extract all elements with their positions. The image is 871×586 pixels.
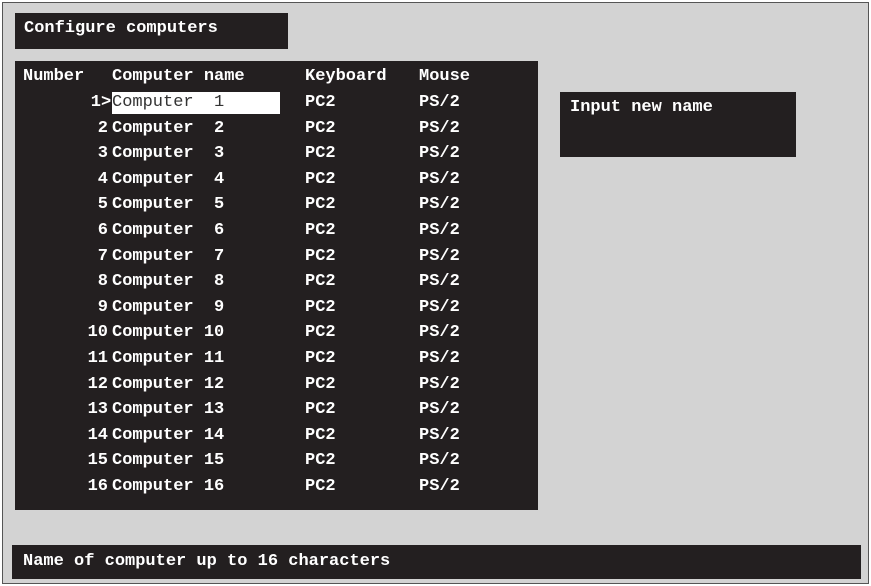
header-keyboard: Keyboard <box>305 67 387 86</box>
mouse-type: PS/2 <box>419 375 460 394</box>
keyboard-type: PC2 <box>305 195 336 214</box>
mouse-type: PS/2 <box>419 400 460 419</box>
row-number: 6 <box>97 221 108 240</box>
keyboard-type: PC2 <box>305 375 336 394</box>
row-number: 16 <box>87 477 108 496</box>
keyboard-type: PC2 <box>305 221 336 240</box>
mouse-type: PS/2 <box>419 477 460 496</box>
computer-name: Computer 11 <box>112 349 225 368</box>
keyboard-type: PC2 <box>305 247 336 266</box>
row-number: 3 <box>97 144 108 163</box>
computer-name: Computer 7 <box>112 247 225 266</box>
keyboard-type: PC2 <box>305 323 336 342</box>
keyboard-type: PC2 <box>305 93 336 112</box>
mouse-type: PS/2 <box>419 195 460 214</box>
computer-name: Computer 8 <box>112 272 225 291</box>
header-number: Number <box>23 67 85 86</box>
mouse-type: PS/2 <box>419 349 460 368</box>
mouse-type: PS/2 <box>419 119 460 138</box>
mouse-type: PS/2 <box>419 298 460 317</box>
computer-name: Computer 2 <box>112 119 225 138</box>
computer-name: Computer 12 <box>112 375 225 394</box>
keyboard-type: PC2 <box>305 170 336 189</box>
computer-name: Computer 4 <box>112 170 225 189</box>
row-number: 5 <box>97 195 108 214</box>
selection-cursor: > <box>101 93 112 112</box>
row-number: 14 <box>87 426 108 445</box>
row-number: 12 <box>87 375 108 394</box>
mouse-type: PS/2 <box>419 170 460 189</box>
keyboard-type: PC2 <box>305 400 336 419</box>
keyboard-type: PC2 <box>305 298 336 317</box>
header-computer-name: Computer name <box>112 67 245 86</box>
row-number: 13 <box>87 400 108 419</box>
row-number: 10 <box>87 323 108 342</box>
computer-name: Computer 14 <box>112 426 225 445</box>
mouse-type: PS/2 <box>419 272 460 291</box>
row-number: 9 <box>97 298 108 317</box>
status-bar: Name of computer up to 16 characters <box>12 545 861 579</box>
keyboard-type: PC2 <box>305 144 336 163</box>
keyboard-type: PC2 <box>305 426 336 445</box>
computer-name: Computer 6 <box>112 221 225 240</box>
kvm-osd-screen: Configure computers Number Computer name… <box>2 2 869 584</box>
mouse-type: PS/2 <box>419 247 460 266</box>
computer-name: Computer 3 <box>112 144 225 163</box>
mouse-type: PS/2 <box>419 426 460 445</box>
row-number: 15 <box>87 451 108 470</box>
mouse-type: PS/2 <box>419 221 460 240</box>
row-number: 8 <box>97 272 108 291</box>
mouse-type: PS/2 <box>419 451 460 470</box>
status-text: Name of computer up to 16 characters <box>23 552 391 571</box>
keyboard-type: PC2 <box>305 451 336 470</box>
keyboard-type: PC2 <box>305 349 336 368</box>
title-bar: Configure computers <box>15 13 288 49</box>
row-number: 11 <box>87 349 108 368</box>
keyboard-type: PC2 <box>305 477 336 496</box>
mouse-type: PS/2 <box>419 323 460 342</box>
computer-name-input[interactable]: Computer 1 <box>112 92 280 114</box>
prompt-label: Input new name <box>570 98 713 117</box>
computer-name: Computer 16 <box>112 477 225 496</box>
prompt-box: Input new name <box>560 92 796 157</box>
computer-table: Number Computer name Keyboard Mouse 1 > Co… <box>15 61 538 510</box>
row-number: 7 <box>97 247 108 266</box>
row-number: 2 <box>97 119 108 138</box>
row-number: 4 <box>97 170 108 189</box>
row-number: 1 <box>90 93 101 112</box>
computer-name: Computer 15 <box>112 451 225 470</box>
mouse-type: PS/2 <box>419 93 460 112</box>
mouse-type: PS/2 <box>419 144 460 163</box>
computer-name: Computer 5 <box>112 195 225 214</box>
keyboard-type: PC2 <box>305 119 336 138</box>
computer-name: Computer 9 <box>112 298 225 317</box>
computer-name: Computer 13 <box>112 400 225 419</box>
computer-name: Computer 10 <box>112 323 225 342</box>
page-title: Configure computers <box>24 19 218 38</box>
header-mouse: Mouse <box>419 67 471 86</box>
keyboard-type: PC2 <box>305 272 336 291</box>
